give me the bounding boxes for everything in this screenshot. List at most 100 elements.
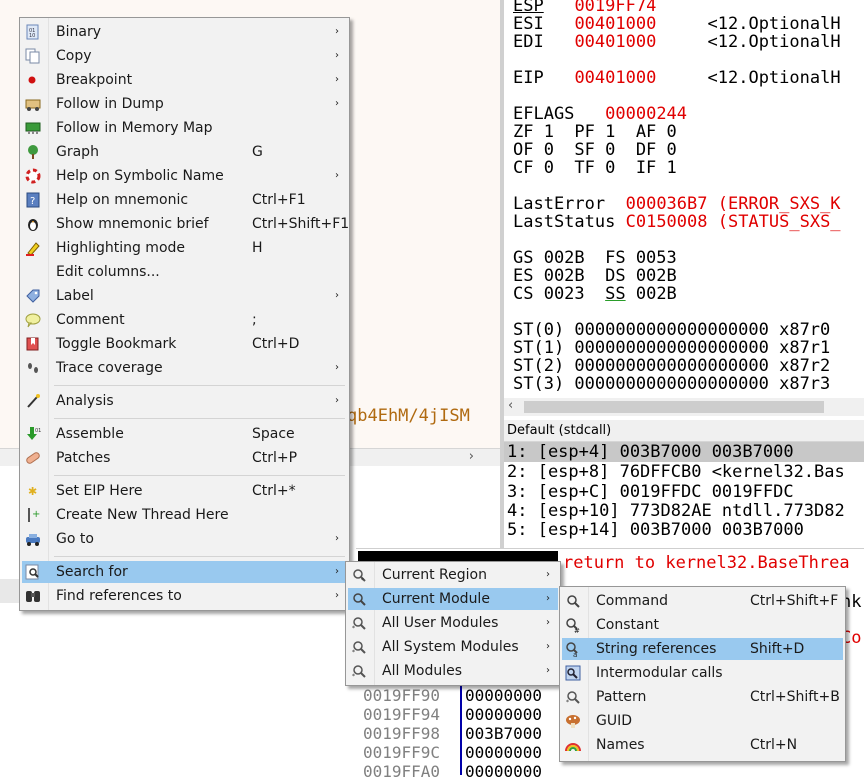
menu-item-set-eip-here[interactable]: ✱ Set EIP Here Ctrl+* (22, 480, 347, 502)
stack-arg-row[interactable]: 4: [esp+10] 773D82AE ntdll.773D82 (507, 501, 845, 521)
reg-laststatus[interactable]: LastStatus C0150008 (STATUS_SXS_ (513, 212, 841, 232)
menu-item-comment[interactable]: Comment; (22, 309, 347, 331)
dump-value[interactable]: 00000000 (465, 762, 542, 781)
stack-comment: return to kernel32.BaseThrea (563, 553, 850, 573)
assemble-icon: 01 (25, 426, 41, 442)
fpu-st2[interactable]: ST(2) 0000000000000000000 x87r2 (513, 356, 830, 376)
dump-address[interactable]: 0019FF9C (363, 743, 440, 762)
menu-item-highlighting-mode[interactable]: Highlighting mode H (22, 237, 347, 259)
menu-item-show-mnemonic-brief[interactable]: Show mnemonic brief Ctrl+Shift+F1 (22, 213, 349, 235)
stack-arg-row[interactable]: 2: [esp+8] 76DFFCB0 <kernel32.Bas (507, 462, 845, 482)
seg-row-1[interactable]: GS 002B FS 0053 (513, 248, 677, 268)
dump-value[interactable]: 00000000 (465, 705, 542, 724)
menu-item-go-to[interactable]: Go to › (22, 528, 347, 550)
pattern-icon: * (565, 689, 581, 705)
registers-pane[interactable]: ESP 0019FF74 ESI 00401000 <12.OptionalH … (504, 0, 864, 420)
calling-convention-select[interactable]: Default (stdcall) (504, 420, 864, 442)
string-search-icon: a (565, 641, 581, 657)
label-icon (25, 288, 41, 304)
search-module-icon: * (351, 663, 367, 679)
menu-item-follow-in-dump[interactable]: Follow in Dump › (22, 93, 347, 115)
menu-item-binary[interactable]: 01 10 Binary › (22, 21, 347, 43)
copy-icon (25, 48, 41, 64)
svg-text:?: ? (30, 196, 35, 207)
footprints-icon (25, 360, 41, 376)
wand-icon (25, 393, 41, 409)
submenu-item-current-region[interactable]: * Current Region › (348, 564, 558, 586)
stack-arguments-pane[interactable]: 1: [esp+4] 003B7000 003B7000 2: [esp+8] … (504, 442, 864, 550)
dump-value[interactable]: 00000000 (465, 686, 542, 705)
submenu-item-command[interactable]: Command Ctrl+Shift+F (562, 590, 843, 612)
fpu-st1[interactable]: ST(1) 0000000000000000000 x87r1 (513, 338, 830, 358)
submenu-item-intermodular-calls[interactable]: Intermodular calls (562, 662, 843, 684)
menu-item-help-symbolic-name[interactable]: Help on Symbolic Name › (22, 165, 347, 187)
fpu-st3[interactable]: ST(3) 0000000000000000000 x87r3 (513, 374, 830, 394)
scroll-thumb[interactable] (524, 401, 824, 413)
breakpoint-icon (25, 72, 41, 88)
flags-row-2[interactable]: OF 0 SF 0 DF 0 (513, 140, 677, 160)
dump-column-separator (460, 686, 462, 775)
menu-item-search-for[interactable]: Search for › (22, 561, 347, 583)
dump-address[interactable]: 0019FF90 (363, 686, 440, 705)
reg-lasterror[interactable]: LastError 000036B7 (ERROR_SXS_K (513, 194, 841, 214)
menu-item-help-on-mnemonic[interactable]: ? Help on mnemonic Ctrl+F1 (22, 189, 347, 211)
submenu-item-pattern[interactable]: * Pattern Ctrl+Shift+B (562, 686, 843, 708)
stack-arg-row[interactable]: 3: [esp+C] 0019FFDC 0019FFDC (507, 482, 794, 502)
seg-row-3[interactable]: CS 0023 SS 002B (513, 284, 677, 304)
menu-item-trace-coverage[interactable]: Trace coverage › (22, 357, 347, 379)
menu-item-graph[interactable]: Graph G (22, 141, 347, 163)
menu-item-analysis[interactable]: Analysis › (22, 390, 347, 412)
submenu-item-guid[interactable]: GUID (562, 710, 843, 732)
memory-map-icon (25, 120, 41, 136)
seg-row-2[interactable]: ES 002B DS 002B (513, 266, 677, 286)
scroll-right-arrow[interactable]: › (469, 449, 474, 464)
flags-row-1[interactable]: ZF 1 PF 1 AF 0 (513, 122, 677, 142)
search-icon (25, 564, 41, 580)
stack-arg-row[interactable]: 5: [esp+14] 003B7000 003B7000 (507, 520, 804, 540)
disassembly-text-fragment: qb4EhM/4jISM (347, 406, 470, 426)
graph-icon (25, 144, 41, 160)
dump-value[interactable]: 00000000 (465, 743, 542, 762)
reg-eip[interactable]: EIP 00401000 <12.OptionalH (513, 68, 841, 88)
menu-item-assemble[interactable]: 01 Assemble Space (22, 423, 347, 445)
menu-item-follow-in-memory-map[interactable]: Follow in Memory Map (22, 117, 347, 139)
hash-search-icon: # (565, 617, 581, 633)
fpu-st0[interactable]: ST(0) 0000000000000000000 x87r0 (513, 320, 830, 340)
submenu-item-current-module[interactable]: Current Module › (348, 588, 558, 610)
menu-item-breakpoint[interactable]: Breakpoint › (22, 69, 347, 91)
penguin-icon (25, 216, 41, 232)
menu-item-edit-columns[interactable]: Edit columns... (22, 261, 347, 283)
dump-address[interactable]: 0019FF98 (363, 724, 440, 743)
svg-text:a: a (573, 651, 577, 657)
menu-item-label[interactable]: Label › (22, 285, 347, 307)
submenu-item-names[interactable]: Names Ctrl+N (562, 734, 843, 756)
dump-address[interactable]: 0019FFA0 (363, 762, 440, 781)
dump-value[interactable]: 003B7000 (465, 724, 542, 743)
dump-icon (25, 96, 41, 112)
reg-edi[interactable]: EDI 00401000 <12.OptionalH (513, 32, 841, 52)
current-module-submenu: Command Ctrl+Shift+F # Constant a String … (559, 586, 846, 762)
menu-item-copy[interactable]: Copy › (22, 45, 347, 67)
reg-eflags[interactable]: EFLAGS 00000244 (513, 104, 687, 124)
search-for-submenu: * Current Region › Current Module › * All … (345, 561, 561, 686)
dump-address[interactable]: 0019FF94 (363, 705, 440, 724)
scroll-left-arrow[interactable]: ‹ (508, 398, 513, 413)
stack-arg-row[interactable]: 1: [esp+4] 003B7000 003B7000 (504, 442, 864, 462)
submenu-item-all-system-modules[interactable]: * All System Modules › (348, 636, 558, 658)
reg-esi[interactable]: ESI 00401000 <12.OptionalH (513, 14, 841, 34)
menu-item-toggle-bookmark[interactable]: Toggle Bookmark Ctrl+D (22, 333, 347, 355)
help-icon: ? (25, 192, 41, 208)
lifebuoy-icon (25, 168, 41, 184)
submenu-item-all-modules[interactable]: * All Modules › (348, 660, 558, 682)
menu-item-find-references-to[interactable]: Find references to › (22, 585, 347, 607)
submenu-item-string-references[interactable]: a String references Shift+D (562, 638, 843, 660)
submenu-item-all-user-modules[interactable]: * All User Modules › (348, 612, 558, 634)
menu-item-patches[interactable]: Patches Ctrl+P (22, 447, 347, 469)
comment-icon (25, 312, 41, 328)
registers-hscrollbar[interactable]: ‹ (504, 398, 864, 416)
flags-row-3[interactable]: CF 0 TF 0 IF 1 (513, 158, 677, 178)
menu-item-create-new-thread[interactable]: + Create New Thread Here (22, 504, 347, 526)
search-module-icon: * (351, 567, 367, 583)
submenu-item-constant[interactable]: # Constant (562, 614, 843, 636)
lower-scroll-stub[interactable] (0, 579, 20, 603)
